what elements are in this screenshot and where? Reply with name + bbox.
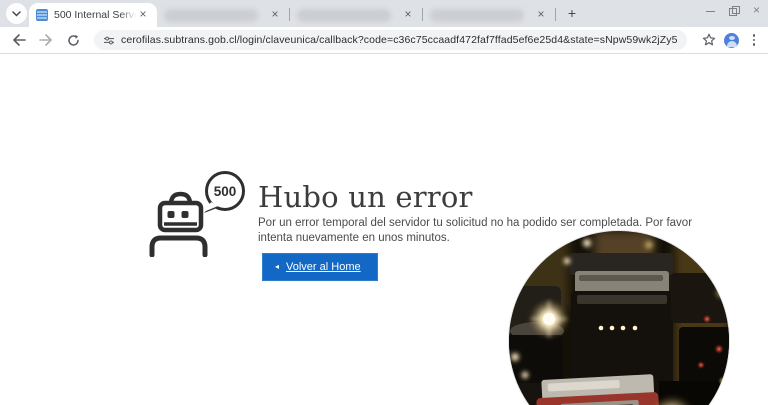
back-button[interactable] xyxy=(7,28,31,52)
close-window-icon[interactable]: × xyxy=(751,5,762,16)
site-favicon-icon xyxy=(36,9,48,21)
tab-strip: 500 Internal Server erro × × × × + × xyxy=(0,0,768,27)
back-home-button[interactable]: ◂ Volver al Home xyxy=(262,253,378,281)
robot-error-icon: 500 xyxy=(147,171,251,257)
redacted-tab-label xyxy=(430,9,524,22)
tab-redacted-1[interactable]: × xyxy=(157,3,289,27)
tab-close-icon[interactable]: × xyxy=(136,8,150,22)
back-arrow-icon xyxy=(12,34,26,46)
browser-toolbar: cerofilas.subtrans.gob.cl/login/claveuni… xyxy=(0,27,768,54)
error-page: 500 Hubo un error Por un error temporal … xyxy=(0,54,768,405)
error-code-label: 500 xyxy=(214,184,237,199)
forward-arrow-icon xyxy=(39,34,53,46)
tab-title: 500 Internal Server erro xyxy=(54,9,136,21)
minimize-icon[interactable] xyxy=(705,5,716,16)
redacted-tab-label xyxy=(297,9,391,22)
tab-search-button[interactable] xyxy=(6,3,27,24)
tab-close-icon[interactable]: × xyxy=(401,8,415,22)
restore-window-icon[interactable] xyxy=(728,5,739,16)
forward-button[interactable] xyxy=(34,28,58,52)
profile-avatar[interactable] xyxy=(724,33,739,48)
left-arrow-icon: ◂ xyxy=(275,263,279,271)
reload-icon xyxy=(67,34,80,47)
window-controls: × xyxy=(705,3,762,17)
redacted-tab-label xyxy=(164,9,258,22)
browser-menu-button[interactable] xyxy=(747,32,761,48)
url-text: cerofilas.subtrans.gob.cl/login/claveuni… xyxy=(121,34,677,46)
toolbar-right xyxy=(697,28,761,52)
new-tab-button[interactable]: + xyxy=(562,4,582,24)
traffic-jam-photo xyxy=(508,230,730,405)
star-icon xyxy=(702,33,716,47)
tab-error-page[interactable]: 500 Internal Server erro × xyxy=(29,3,157,27)
tab-redacted-2[interactable]: × xyxy=(290,3,422,27)
chevron-down-icon xyxy=(12,11,21,17)
site-info-icon[interactable] xyxy=(104,35,114,46)
page-title: Hubo un error xyxy=(258,180,473,214)
tab-redacted-3[interactable]: × xyxy=(423,3,555,27)
error-message-line1: Por un error temporal del servidor tu so… xyxy=(258,216,698,231)
tab-separator xyxy=(555,8,556,21)
reload-button[interactable] xyxy=(61,28,85,52)
address-bar[interactable]: cerofilas.subtrans.gob.cl/login/claveuni… xyxy=(94,30,687,50)
bookmark-button[interactable] xyxy=(697,28,721,52)
tab-close-icon[interactable]: × xyxy=(268,8,282,22)
tab-close-icon[interactable]: × xyxy=(534,8,548,22)
